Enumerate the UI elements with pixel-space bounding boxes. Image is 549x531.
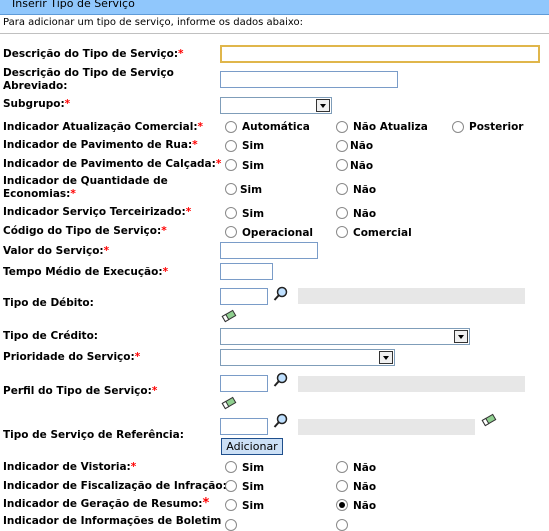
radio-terceirizado-sim[interactable] — [225, 207, 237, 219]
radio-comercial[interactable] — [336, 226, 348, 238]
divider — [0, 33, 549, 34]
chevron-down-icon[interactable] — [454, 330, 468, 343]
label-pav-calcada-sim: Sim — [242, 160, 265, 172]
label-tipo-credito: Tipo de Crédito: — [3, 330, 98, 342]
radio-nao-atualiza[interactable] — [336, 121, 348, 133]
eraser-icon[interactable] — [481, 413, 497, 427]
descricao-abreviado-input[interactable] — [220, 71, 398, 88]
chevron-down-icon[interactable] — [379, 351, 393, 364]
label-ind-boletim: Indicador de Informações de Boletim — [3, 515, 222, 527]
label-geracao-sim: Sim — [242, 500, 265, 512]
radio-geracao-sim[interactable] — [225, 499, 237, 511]
label-descricao-abreviado: Descrição do Tipo de Serviço Abreviado: — [3, 67, 174, 92]
search-icon[interactable] — [273, 372, 289, 388]
label-comercial: Comercial — [353, 227, 412, 239]
label-prioridade: Prioridade do Serviço:* — [3, 351, 141, 363]
label-automatica: Automática — [242, 121, 310, 133]
label-qtd-sim: Sim — [240, 184, 263, 196]
label-tempo-medio: Tempo Médio de Execução:* — [3, 266, 169, 278]
label-ind-vistoria: Indicador de Vistoria:* — [3, 461, 137, 473]
eraser-icon[interactable] — [221, 309, 237, 323]
label-valor: Valor do Serviço:* — [3, 245, 110, 257]
label-vistoria-sim: Sim — [242, 462, 265, 474]
radio-automatica[interactable] — [225, 121, 237, 133]
radio-pav-rua-nao[interactable] — [336, 140, 348, 152]
form-subtitle: Para adicionar um tipo de serviço, infor… — [3, 17, 304, 28]
valor-input[interactable] — [220, 242, 318, 259]
tipo-referencia-desc-input — [298, 419, 475, 435]
label-posterior: Posterior — [469, 121, 524, 133]
label-ind-terceirizado: Indicador Serviço Terceirizado:* — [3, 206, 192, 218]
chevron-down-icon[interactable] — [316, 99, 330, 112]
prioridade-select[interactable] — [220, 349, 395, 366]
eraser-icon[interactable] — [221, 396, 237, 410]
label-tipo-referencia: Tipo de Serviço de Referência: — [3, 429, 184, 441]
label-perfil: Perfil do Tipo de Serviço:* — [3, 385, 158, 397]
radio-terceirizado-nao[interactable] — [336, 207, 348, 219]
label-terceirizado-nao: Não — [353, 208, 377, 220]
radio-boletim-sim[interactable] — [225, 519, 237, 531]
radio-pav-calcada-sim[interactable] — [225, 159, 237, 171]
label-pav-calcada-nao: Não — [350, 160, 374, 172]
radio-posterior[interactable] — [452, 121, 464, 133]
label-nao-atualiza: Não Atualiza — [353, 121, 428, 133]
tipo-debito-desc-input — [298, 288, 525, 304]
label-fiscalizacao-nao: Não — [353, 481, 377, 493]
label-ind-fiscalizacao: Indicador de Fiscalização de Infração:* — [3, 480, 232, 492]
label-ind-atualizacao: Indicador Atualização Comercial:* — [3, 121, 204, 133]
tempo-medio-input[interactable] — [220, 263, 273, 280]
radio-fiscalizacao-nao[interactable] — [336, 480, 348, 492]
label-operacional: Operacional — [242, 227, 314, 239]
tipo-debito-code-input[interactable] — [220, 288, 268, 305]
label-tipo-debito: Tipo de Débito: — [3, 297, 94, 309]
radio-operacional[interactable] — [225, 226, 237, 238]
radio-pav-calcada-nao[interactable] — [336, 159, 348, 171]
label-qtd-nao: Não — [353, 184, 377, 196]
label-vistoria-nao: Não — [353, 462, 377, 474]
subgrupo-select[interactable] — [220, 97, 332, 114]
label-codigo-tipo: Código do Tipo de Serviço:* — [3, 225, 167, 237]
label-ind-pav-rua: Indicador de Pavimento de Rua:* — [3, 139, 198, 151]
descricao-input[interactable] — [220, 45, 540, 63]
label-ind-geracao: Indicador de Geração de Resumo:* — [3, 496, 210, 511]
search-icon[interactable] — [273, 286, 289, 302]
perfil-code-input[interactable] — [220, 375, 268, 392]
label-subgrupo: Subgrupo:* — [3, 98, 71, 110]
radio-qtd-nao[interactable] — [336, 183, 348, 195]
radio-pav-rua-sim[interactable] — [225, 140, 237, 152]
label-descricao: Descrição do Tipo de Serviço:* — [3, 48, 184, 60]
radio-fiscalizacao-sim[interactable] — [225, 480, 237, 492]
radio-qtd-sim[interactable] — [225, 183, 237, 195]
radio-geracao-nao[interactable] — [336, 499, 348, 511]
label-pav-rua-sim: Sim — [242, 140, 265, 152]
perfil-desc-input — [298, 376, 525, 392]
form-title-bar: Inserir Tipo de Serviço — [0, 0, 549, 15]
adicionar-button[interactable]: Adicionar — [221, 438, 283, 455]
label-fiscalizacao-sim: Sim — [242, 481, 265, 493]
label-pav-rua-nao: Não — [350, 140, 374, 152]
radio-boletim-nao[interactable] — [336, 519, 348, 531]
radio-vistoria-nao[interactable] — [336, 461, 348, 473]
tipo-credito-select[interactable] — [220, 328, 470, 345]
label-ind-pav-calcada: Indicador de Pavimento de Calçada:* — [3, 158, 222, 170]
radio-vistoria-sim[interactable] — [225, 461, 237, 473]
label-terceirizado-sim: Sim — [242, 208, 265, 220]
form-title: Inserir Tipo de Serviço — [12, 0, 135, 10]
label-ind-qtd-economias: Indicador de Quantidade de Economias:* — [3, 175, 168, 200]
tipo-referencia-code-input[interactable] — [220, 418, 268, 435]
search-icon[interactable] — [273, 413, 289, 429]
label-geracao-nao: Não — [353, 500, 377, 512]
